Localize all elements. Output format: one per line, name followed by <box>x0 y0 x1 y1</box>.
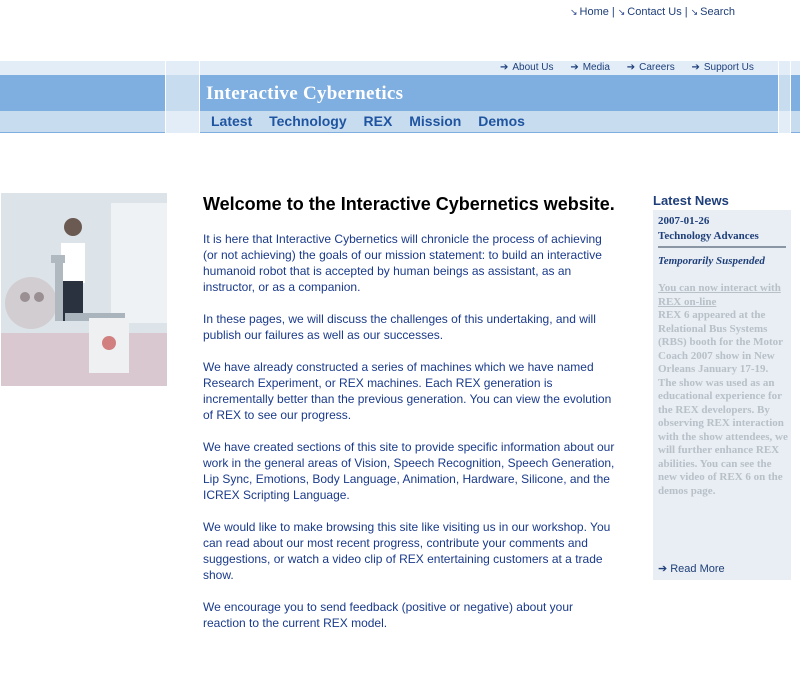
nav-demos[interactable]: Demos <box>478 113 525 129</box>
right-arrow-icon: ➔ <box>626 62 636 73</box>
corner-arrow-icon: ↘ <box>617 7 626 17</box>
header-vline <box>165 61 166 133</box>
careers-link[interactable]: Careers <box>639 62 675 73</box>
support-us-link[interactable]: Support Us <box>704 62 754 73</box>
sections-paragraph: We have created sections of this site to… <box>203 440 615 502</box>
utility-links: ↘ Home | ↘ Contact Us | ↘ Search <box>570 6 735 18</box>
header-left-column-mid <box>165 75 200 111</box>
right-arrow-icon: ➔ <box>500 62 509 73</box>
news-headline: Temporarily Suspended <box>658 255 765 267</box>
presenter-photo <box>1 193 167 386</box>
rex-paragraph: We have already constructed a series of … <box>203 360 612 422</box>
right-arrow-icon: ➔ <box>570 62 579 73</box>
secondary-nav: ➔ About Us ➔ Media ➔ Careers ➔ Support Us <box>500 62 768 73</box>
home-link[interactable]: Home <box>580 6 609 18</box>
nav-mission[interactable]: Mission <box>409 113 461 129</box>
header-right-column-mid <box>778 75 790 111</box>
main-nav: Latest Technology REX Mission Demos <box>211 113 538 129</box>
presenter-illustration <box>1 193 167 386</box>
read-more-link[interactable]: ➔ Read More <box>658 562 725 575</box>
news-divider <box>658 246 786 248</box>
search-link[interactable]: Search <box>700 6 735 18</box>
news-date-block: 2007-01-26 Technology Advances <box>658 214 790 244</box>
contact-us-link[interactable]: Contact Us <box>627 6 681 18</box>
main-content: Welcome to the Interactive Cybernetics w… <box>203 193 618 647</box>
page-heading: Welcome to the Interactive Cybernetics w… <box>203 194 615 214</box>
header-vline <box>778 61 779 133</box>
workshop-paragraph: We would like to make browsing this site… <box>203 520 611 582</box>
challenges-paragraph: In these pages, we will discuss the chal… <box>203 312 596 342</box>
news-date: 2007-01-26 <box>658 215 710 227</box>
header-divider <box>0 132 800 133</box>
nav-technology[interactable]: Technology <box>269 113 347 129</box>
right-arrow-icon: ➔ <box>691 62 700 73</box>
separator: | <box>684 6 688 18</box>
site-title: Interactive Cybernetics <box>206 83 404 104</box>
news-category: Technology Advances <box>658 230 759 242</box>
latest-news-title: Latest News <box>653 193 729 208</box>
media-link[interactable]: Media <box>583 62 610 73</box>
read-more-label[interactable]: Read More <box>670 563 724 575</box>
corner-arrow-icon: ↘ <box>570 7 578 17</box>
feedback-paragraph: We encourage you to send feedback (posit… <box>203 600 574 630</box>
news-body: REX 6 appeared at the Relational Bus Sys… <box>658 309 788 497</box>
nav-latest[interactable]: Latest <box>211 113 252 129</box>
intro-paragraph: It is here that Interactive Cybernetics … <box>203 232 602 294</box>
separator: | <box>611 6 615 18</box>
corner-arrow-icon: ↘ <box>690 7 699 17</box>
news-link[interactable]: You can now interact with REX on-line <box>658 282 783 309</box>
right-arrow-icon: ➔ <box>658 563 668 575</box>
header-vline <box>790 61 791 133</box>
nav-rex[interactable]: REX <box>364 113 393 129</box>
about-us-link[interactable]: About Us <box>512 62 553 73</box>
header-vline <box>199 61 200 133</box>
